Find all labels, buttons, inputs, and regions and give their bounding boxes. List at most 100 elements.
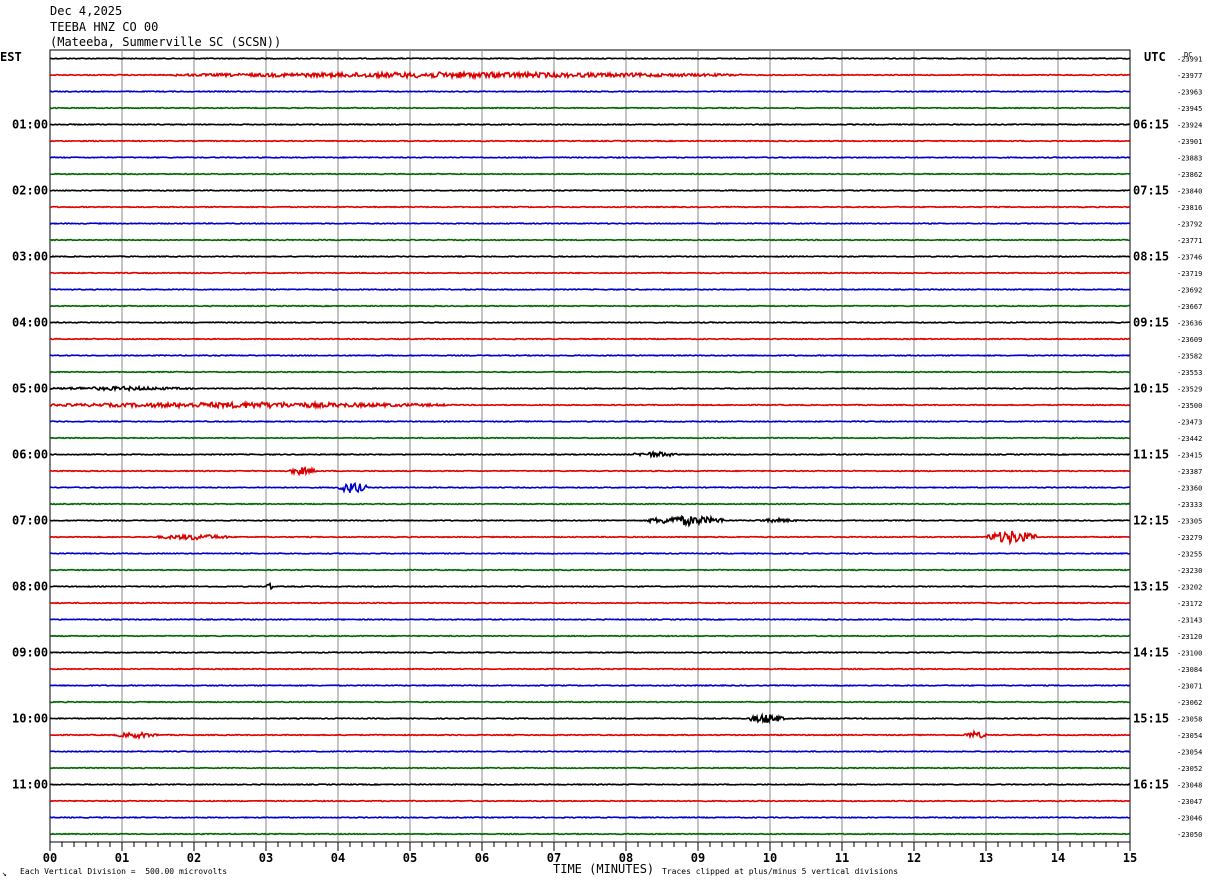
corner-mark: ↘ — [2, 869, 7, 878]
x-tick-label: 03 — [259, 851, 273, 865]
trace-row — [49, 750, 1131, 753]
trace-row — [49, 502, 1131, 506]
trace-row — [49, 581, 1131, 591]
dc-offset-label: -23582 — [1177, 353, 1202, 361]
trace-row — [49, 337, 1131, 341]
trace-row — [49, 139, 1131, 143]
est-hour-label: 11:00 — [12, 778, 48, 792]
trace-row — [49, 783, 1131, 786]
dc-offset-label: -23052 — [1177, 765, 1202, 773]
trace-row — [49, 552, 1131, 555]
trace-row — [49, 684, 1131, 688]
trace-row — [49, 106, 1131, 110]
dc-offset-label: -23143 — [1177, 617, 1202, 625]
utc-hour-label: 14:15 — [1133, 646, 1169, 660]
grid — [49, 49, 1131, 843]
trace-row — [49, 436, 1131, 440]
dc-offset-label: -23746 — [1177, 254, 1202, 262]
est-hour-label: 07:00 — [12, 514, 48, 528]
utc-hour-label: 06:15 — [1133, 118, 1169, 132]
est-hour-label: 04:00 — [12, 316, 48, 330]
dc-offset-label: -23963 — [1177, 89, 1202, 97]
trace-row — [49, 271, 1131, 275]
trace-row — [49, 205, 1131, 209]
x-tick-label: 00 — [43, 851, 57, 865]
dc-offset-label: -23553 — [1177, 369, 1202, 377]
dc-offset-label: -23792 — [1177, 221, 1202, 229]
dc-offset-label: -23048 — [1177, 782, 1202, 790]
utc-hour-label: 16:15 — [1133, 778, 1169, 792]
trace-row — [49, 304, 1131, 308]
utc-hour-label: 11:15 — [1133, 448, 1169, 462]
trace-row — [49, 399, 1131, 410]
dc-offset-label: -23054 — [1177, 732, 1202, 740]
clip-note: Traces clipped at plus/minus 5 vertical … — [662, 867, 899, 876]
dc-offset-label: -23172 — [1177, 600, 1202, 608]
utc-label: UTC — [1144, 50, 1166, 64]
trace-row — [49, 449, 1131, 459]
helicorder-plot: EST UTC DC 00 01 02 03 04 05 06 07 08 09 10 11 12 13 1… — [0, 49, 1202, 865]
dc-offset-label: -23387 — [1177, 468, 1202, 476]
dc-offset-label: -23062 — [1177, 699, 1202, 707]
dc-offset-label: -23667 — [1177, 303, 1202, 311]
trace-row — [49, 420, 1131, 424]
dc-offset-label: -23071 — [1177, 683, 1202, 691]
x-tick-label: 15 — [1123, 851, 1137, 865]
dc-offset-label: -23050 — [1177, 831, 1202, 839]
dc-offset-label: -23100 — [1177, 650, 1202, 658]
trace-row — [49, 514, 1131, 528]
dc-offset-label: -23230 — [1177, 567, 1202, 575]
trace-row — [49, 530, 1131, 546]
trace-row — [49, 618, 1131, 621]
dc-offset-label: -23255 — [1177, 551, 1202, 559]
dc-offset-label: -23977 — [1177, 72, 1202, 80]
dc-offset-label: -23415 — [1177, 452, 1202, 460]
dc-offset-label: -23202 — [1177, 584, 1202, 592]
dc-offset-label: -23771 — [1177, 237, 1202, 245]
utc-hour-label: 08:15 — [1133, 250, 1169, 264]
dc-offset-label: -23636 — [1177, 320, 1202, 328]
dc-offset-label: -23529 — [1177, 386, 1202, 394]
dc-offset-label: -23333 — [1177, 501, 1202, 509]
trace-row — [49, 568, 1131, 572]
utc-hour-label: 10:15 — [1133, 382, 1169, 396]
trace-row — [49, 465, 1131, 477]
dc-offset-label: -23442 — [1177, 435, 1202, 443]
est-hour-label: 10:00 — [12, 712, 48, 726]
x-tick-label: 05 — [403, 851, 417, 865]
traces — [49, 57, 1131, 836]
x-tick-label: 01 — [115, 851, 129, 865]
trace-row — [49, 816, 1131, 819]
dc-offset-label: -23862 — [1177, 171, 1202, 179]
x-axis-title: TIME (MINUTES) — [553, 862, 655, 876]
trace-row — [49, 255, 1131, 259]
trace-row — [49, 188, 1130, 192]
trace-row — [49, 156, 1131, 159]
trace-row — [49, 634, 1131, 638]
dc-offset-label: -23058 — [1177, 716, 1202, 724]
dc-offset-label: -23046 — [1177, 815, 1202, 823]
est-label: EST — [0, 50, 22, 64]
utc-hour-label: 09:15 — [1133, 316, 1169, 330]
x-tick-label: 14 — [1051, 851, 1065, 865]
trace-row — [49, 728, 1131, 741]
plot-frame — [49, 49, 1131, 843]
scale-note: Each Vertical Division = 500.00 microvol… — [20, 867, 228, 876]
dc-offset-label: -23047 — [1177, 798, 1202, 806]
x-tick-label: 06 — [475, 851, 489, 865]
trace-row — [49, 799, 1131, 803]
trace-row — [49, 700, 1131, 704]
dc-offset-label: -23279 — [1177, 534, 1202, 542]
x-tick-label: 02 — [187, 851, 201, 865]
trace-row — [49, 353, 1131, 357]
est-hour-label: 05:00 — [12, 382, 48, 396]
utc-hour-label: 15:15 — [1133, 712, 1169, 726]
dc-offset-label: -23719 — [1177, 270, 1202, 278]
trace-row — [49, 90, 1131, 93]
dc-offset-label: -23084 — [1177, 666, 1202, 674]
dc-offset-label: -23305 — [1177, 518, 1202, 526]
x-tick-label: 13 — [979, 851, 993, 865]
x-tick-label: 11 — [835, 851, 849, 865]
est-hour-label: 08:00 — [12, 580, 48, 594]
utc-hour-label: 12:15 — [1133, 514, 1169, 528]
